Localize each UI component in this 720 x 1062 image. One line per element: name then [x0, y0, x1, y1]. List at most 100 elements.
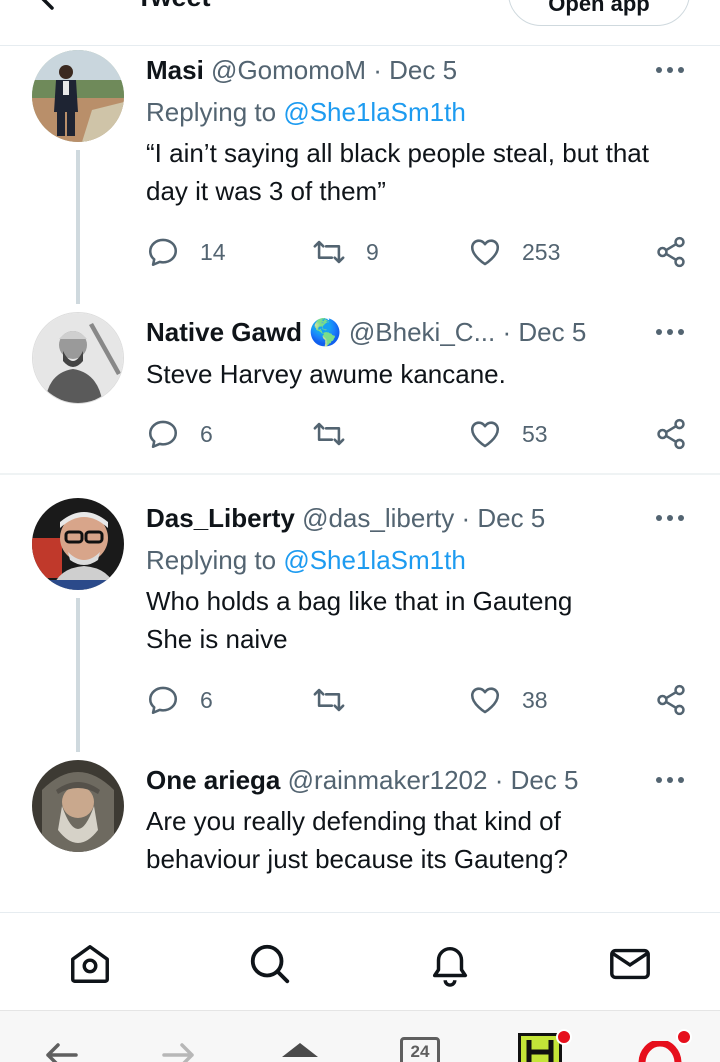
- search-icon: [250, 944, 290, 984]
- tweet-actions: 14 9 253: [146, 232, 696, 272]
- notifications-icon: [432, 947, 468, 987]
- username[interactable]: @rainmaker1202: [288, 765, 488, 795]
- reply-count: 14: [200, 238, 226, 265]
- thread-connector: [76, 598, 80, 752]
- tweet[interactable]: Masi @GomomoM · Dec 5 Replying to @She1l…: [0, 46, 720, 308]
- reply-count: 6: [200, 686, 213, 713]
- like-action[interactable]: 53: [468, 414, 548, 454]
- timestamp[interactable]: · Dec 5: [461, 503, 545, 533]
- reply-action[interactable]: 6: [146, 414, 213, 454]
- retweet-action[interactable]: [312, 414, 366, 454]
- tab-search[interactable]: [247, 941, 293, 987]
- retweet-icon: [313, 422, 345, 446]
- top-app-bar: Tweet Open app: [0, 0, 720, 46]
- like-action[interactable]: 253: [468, 232, 560, 272]
- reply-count: 6: [200, 420, 213, 447]
- tweet-text-line: She is naive: [146, 624, 288, 654]
- more-options-icon[interactable]: [654, 322, 686, 342]
- tweet-header: Native Gawd 🌎 @Bheki_C... · Dec 5: [146, 314, 666, 351]
- like-count: 253: [522, 238, 561, 265]
- avatar[interactable]: [32, 312, 124, 404]
- timestamp[interactable]: · Dec 5: [373, 55, 457, 85]
- like-count: 38: [522, 686, 548, 713]
- tweet[interactable]: Native Gawd 🌎 @Bheki_C... · Dec 5 Steve …: [0, 308, 720, 472]
- retweet-icon: [313, 688, 345, 712]
- reply-timeline: Masi @GomomoM · Dec 5 Replying to @She1l…: [0, 46, 720, 912]
- browser-back-icon[interactable]: [40, 1037, 80, 1062]
- browser-forward-icon[interactable]: [160, 1037, 200, 1062]
- tweet-header: Masi @GomomoM · Dec 5: [146, 52, 666, 88]
- share-action[interactable]: [654, 680, 688, 720]
- tweet-text: “I ain’t saying all black people steal, …: [146, 138, 649, 206]
- browser-home-icon[interactable]: [280, 1037, 320, 1062]
- page-title: Tweet: [136, 0, 211, 16]
- back-arrow-icon[interactable]: [26, 0, 66, 18]
- reply-icon: [148, 238, 178, 267]
- like-action[interactable]: 38: [468, 680, 548, 720]
- h-letter-icon: [526, 1040, 554, 1062]
- reply-action[interactable]: 6: [146, 680, 213, 720]
- open-app-button[interactable]: Open app: [508, 0, 690, 26]
- opera-menu-icon[interactable]: [638, 1041, 682, 1062]
- display-name[interactable]: Masi: [146, 55, 204, 85]
- avatar[interactable]: [32, 498, 124, 590]
- more-options-icon[interactable]: [654, 508, 686, 528]
- tweet-text: Steve Harvey awume kancane.: [146, 359, 506, 389]
- tweet[interactable]: Das_Liberty @das_liberty · Dec 5 Replyin…: [0, 494, 720, 756]
- display-name[interactable]: Native Gawd: [146, 317, 302, 347]
- tweet-actions: 6 38: [146, 680, 696, 720]
- timestamp[interactable]: · Dec 5: [495, 765, 579, 795]
- globe-badge-icon: 🌎: [309, 318, 342, 348]
- timestamp[interactable]: · Dec 5: [502, 317, 586, 347]
- retweet-count: 9: [366, 238, 379, 265]
- notification-dot: [556, 1029, 572, 1045]
- reply-action[interactable]: 14: [146, 232, 226, 272]
- display-name[interactable]: One ariega: [146, 765, 280, 795]
- bottom-tab-bar: [0, 912, 720, 1010]
- share-action[interactable]: [654, 232, 688, 272]
- username[interactable]: @Bheki_C...: [349, 317, 495, 347]
- replying-to: Replying to @She1laSm1th: [146, 94, 666, 130]
- like-count: 53: [522, 420, 548, 447]
- username[interactable]: @das_liberty: [302, 503, 454, 533]
- notification-dot: [676, 1029, 692, 1045]
- thread-divider: [0, 473, 720, 475]
- tweet-text-line: Who holds a bag like that in Gauteng: [146, 586, 573, 616]
- display-name[interactable]: Das_Liberty: [146, 503, 295, 533]
- tweet-text: Are you really defending that kind of be…: [146, 806, 569, 874]
- retweet-icon: [313, 240, 345, 264]
- avatar[interactable]: [32, 50, 124, 142]
- username[interactable]: @GomomoM: [211, 55, 366, 85]
- tweet-text: Who holds a bag like that in Gauteng She…: [146, 582, 666, 658]
- thread-connector: [76, 150, 80, 304]
- avatar[interactable]: [32, 760, 124, 852]
- reply-icon: [148, 686, 178, 715]
- more-options-icon[interactable]: [654, 770, 686, 790]
- replying-to: Replying to @She1laSm1th: [146, 542, 666, 578]
- tab-notifications[interactable]: [427, 941, 473, 987]
- share-icon: [657, 236, 685, 268]
- more-options-icon[interactable]: [654, 60, 686, 80]
- heart-icon: [470, 239, 500, 266]
- tab-home[interactable]: [67, 941, 113, 987]
- messages-icon: [610, 948, 650, 980]
- tweet-header: One ariega @rainmaker1202 · Dec 5: [146, 762, 666, 798]
- tab-messages[interactable]: [607, 941, 653, 987]
- tweet[interactable]: One ariega @rainmaker1202 · Dec 5 Are yo…: [0, 756, 720, 912]
- replying-label: Replying to: [146, 545, 277, 575]
- tweet-actions: 6 53: [146, 414, 696, 454]
- retweet-action[interactable]: 9: [312, 232, 379, 272]
- tweet-header: Das_Liberty @das_liberty · Dec 5: [146, 500, 666, 536]
- tabs-counter[interactable]: 24: [400, 1037, 440, 1062]
- replying-label: Replying to: [146, 97, 277, 127]
- share-icon: [657, 418, 685, 450]
- reply-icon: [148, 420, 178, 449]
- mention-link[interactable]: @She1laSm1th: [283, 97, 466, 127]
- browser-nav-bar: 24: [0, 1010, 720, 1062]
- heart-icon: [470, 687, 500, 714]
- share-action[interactable]: [654, 414, 688, 454]
- mention-link[interactable]: @She1laSm1th: [283, 545, 466, 575]
- retweet-action[interactable]: [312, 680, 366, 720]
- share-icon: [657, 684, 685, 716]
- heart-icon: [470, 421, 500, 448]
